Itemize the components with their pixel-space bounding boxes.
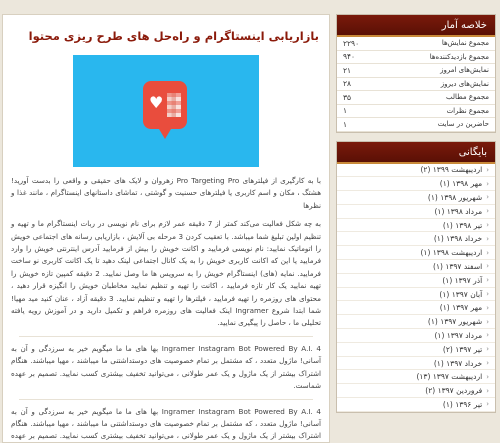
stats-label: مجموع نمایش‌ها [441, 39, 489, 48]
stats-label: مجموع نظرات [446, 106, 489, 115]
divider [19, 398, 313, 400]
paragraph: Ingramer Instagram Bot Powered By A.I. 4… [11, 406, 321, 441]
chevron-left-icon: ‹ [486, 345, 489, 354]
archive-item-label[interactable]: اردیبهشت ۱۳۹۷ (۱۳) [416, 372, 482, 381]
archive-item-label[interactable]: تیر ۱۳۹۷ (۲) [443, 345, 482, 354]
stats-value: ۳۵ [343, 92, 352, 102]
post-body: با به کارگیری از فیلترهای Pro Targeting … [3, 167, 329, 442]
chevron-left-icon: ‹ [486, 165, 489, 174]
chevron-left-icon: ‹ [486, 359, 489, 368]
archive-item[interactable]: ‹ آذر ۱۳۹۷ (۱) [337, 274, 495, 288]
paragraph: با به کارگیری از فیلترهای Pro Targeting … [11, 176, 321, 210]
chevron-left-icon: ‹ [486, 290, 489, 299]
archive-item-label[interactable]: مرداد ۱۳۹۸ (۱) [434, 207, 482, 216]
chevron-left-icon: ‹ [486, 248, 489, 257]
sidebar: خلاصه آمار مجموع نمایش‌ها ۲۲۹۰ مجموع بازدی… [336, 14, 496, 421]
archive-item[interactable]: ‹ اردیبهشت ۱۳۹۹ (۲) [337, 164, 495, 178]
chevron-left-icon: ‹ [486, 179, 489, 188]
stats-row: مجموع بازدیدکننده‌ها ۹۴۰ [337, 51, 495, 64]
archive-widget-title: بایگانی [337, 141, 495, 164]
archive-item[interactable]: ‹ آبان ۱۳۹۷ (۱) [337, 288, 495, 302]
stats-row: حاضرین در سایت ۱ [337, 118, 495, 132]
archive-item-label[interactable]: مرداد ۱۳۹۷ (۱) [434, 331, 482, 340]
stats-row: نمایش‌های امروز ۲۱ [337, 64, 495, 78]
chevron-left-icon: ‹ [486, 207, 489, 216]
archive-item[interactable]: ‹ اسفند ۱۳۹۷ (۱) [337, 260, 495, 274]
stats-value: ۲۸ [343, 79, 352, 89]
stats-label: نمایش‌های امروز [440, 66, 489, 75]
archive-item[interactable]: ‹ مهر ۱۳۹۸ (۱) [337, 177, 495, 192]
archive-item-label[interactable]: مهر ۱۳۹۸ (۱) [440, 179, 482, 188]
stats-value: ۹۴۰ [343, 52, 356, 62]
archive-item-label[interactable]: شهریور ۱۳۹۸ (۱) [428, 193, 482, 202]
stats-label: مجموع مطالب [446, 93, 489, 102]
stats-label: حاضرین در سایت [437, 120, 489, 129]
archive-item[interactable]: ‹ اردیبهشت ۱۳۹۸ (۱) [337, 246, 495, 261]
paragraph: Ingramer Instagram Bot Powered By A.I. 4… [11, 343, 321, 391]
archive-item-label[interactable]: فروردین ۱۳۹۷ (۲) [425, 386, 482, 395]
notification-bubble-icon: ♥ [143, 81, 187, 139]
archive-item[interactable]: ‹ شهریور ۱۳۹۷ (۱) [337, 315, 495, 330]
stats-row: مجموع نمایش‌ها ۲۲۹۰ [337, 37, 495, 51]
stats-value: ۲۲۹۰ [343, 38, 360, 48]
divider [19, 335, 313, 337]
archive-item[interactable]: ‹ تیر ۱۳۹۸ (۱) [337, 219, 495, 233]
archive-item[interactable]: ‹ مهر ۱۳۹۷ (۱) [337, 301, 495, 316]
paragraph: به چه شکل فعالیت می‌کند کمتر از 7 دقیقه … [11, 219, 321, 328]
archive-item-label[interactable]: تیر ۱۳۹۶ (۱) [443, 400, 482, 409]
archive-item[interactable]: ‹ خرداد ۱۳۹۷ (۱) [337, 357, 495, 371]
archive-item[interactable]: ‹ فروردین ۱۳۹۷ (۲) [337, 384, 495, 399]
stats-row: مجموع نظرات ۱ [337, 105, 495, 118]
archive-item[interactable]: ‹ خرداد ۱۳۹۸ (۱) [337, 232, 495, 247]
heart-icon: ♥ [149, 93, 164, 112]
chevron-left-icon: ‹ [486, 221, 489, 230]
stats-value: ۱ [343, 119, 348, 129]
stats-value: ۲۱ [343, 65, 352, 75]
chevron-left-icon: ‹ [486, 317, 489, 326]
page: بازاریابی اینستاگرام و راه‌حل های طرح ری… [0, 0, 500, 443]
chevron-left-icon: ‹ [486, 303, 489, 312]
pixelated-glyph [167, 93, 181, 117]
archive-widget: بایگانی ‹ اردیبهشت ۱۳۹۹ (۲) ‹ مهر ۱۳۹۸ (۱) ‹… [336, 140, 496, 413]
stats-label: نمایش‌های دیروز [440, 79, 489, 88]
archive-item[interactable]: ‹ تیر ۱۳۹۶ (۱) [337, 398, 495, 412]
stats-label: مجموع بازدیدکننده‌ها [429, 52, 489, 61]
chevron-left-icon: ‹ [486, 276, 489, 285]
archive-item[interactable]: ‹ تیر ۱۳۹۷ (۲) [337, 343, 495, 357]
archive-item-label[interactable]: آذر ۱۳۹۷ (۱) [442, 276, 482, 285]
chevron-left-icon: ‹ [486, 372, 489, 381]
archive-item-label[interactable]: آبان ۱۳۹۷ (۱) [439, 290, 482, 299]
stats-value: ۱ [343, 106, 348, 116]
archive-item-label[interactable]: شهریور ۱۳۹۷ (۱) [428, 317, 482, 326]
archive-item-label[interactable]: اسفند ۱۳۹۷ (۱) [433, 262, 482, 271]
stats-widget: خلاصه آمار مجموع نمایش‌ها ۲۲۹۰ مجموع بازدی… [336, 14, 496, 133]
archive-item-label[interactable]: اردیبهشت ۱۳۹۸ (۱) [420, 248, 482, 257]
archive-item[interactable]: ‹ مرداد ۱۳۹۸ (۱) [337, 205, 495, 219]
archive-item[interactable]: ‹ مرداد ۱۳۹۷ (۱) [337, 329, 495, 343]
archive-item-label[interactable]: اردیبهشت ۱۳۹۹ (۲) [420, 165, 482, 174]
chevron-left-icon: ‹ [486, 193, 489, 202]
archive-item-label[interactable]: خرداد ۱۳۹۸ (۱) [434, 234, 482, 243]
chevron-left-icon: ‹ [486, 331, 489, 340]
stats-widget-title: خلاصه آمار [337, 15, 495, 37]
archive-item[interactable]: ‹ شهریور ۱۳۹۸ (۱) [337, 191, 495, 205]
stats-row: مجموع مطالب ۳۵ [337, 91, 495, 105]
post-hero-image: ♥ [73, 55, 259, 167]
post-title[interactable]: بازاریابی اینستاگرام و راه‌حل های طرح ری… [3, 15, 329, 49]
chevron-left-icon: ‹ [486, 386, 489, 395]
archive-item-label[interactable]: خرداد ۱۳۹۷ (۱) [434, 359, 482, 368]
chevron-left-icon: ‹ [486, 262, 489, 271]
archive-item[interactable]: ‹ اردیبهشت ۱۳۹۷ (۱۳) [337, 370, 495, 385]
chevron-left-icon: ‹ [486, 400, 489, 409]
post-content: بازاریابی اینستاگرام و راه‌حل های طرح ری… [2, 14, 330, 443]
stats-row: نمایش‌های دیروز ۲۸ [337, 78, 495, 91]
chevron-left-icon: ‹ [486, 234, 489, 243]
archive-item-label[interactable]: تیر ۱۳۹۸ (۱) [443, 221, 482, 230]
archive-item-label[interactable]: مهر ۱۳۹۷ (۱) [440, 303, 482, 312]
